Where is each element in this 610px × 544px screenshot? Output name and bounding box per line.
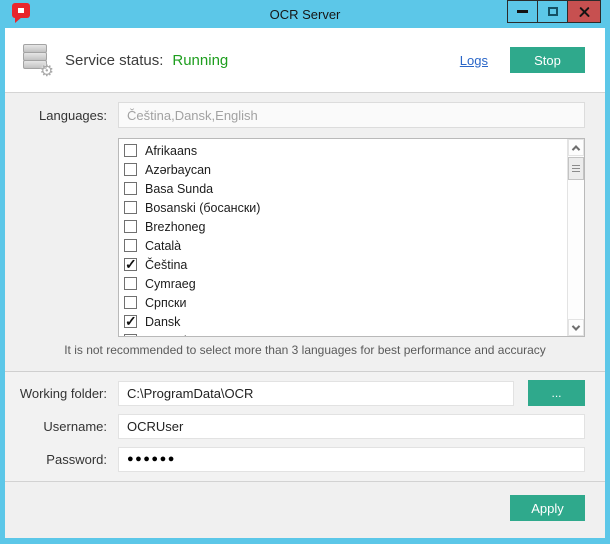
maximize-button[interactable]: [537, 0, 568, 23]
gear-icon: ⚙: [40, 64, 54, 80]
language-list: Afrikaans Azərbaycan Basa Sunda Bosanski (б…: [119, 139, 567, 336]
language-item[interactable]: Azərbaycan: [124, 160, 567, 179]
password-input[interactable]: [118, 447, 585, 472]
languages-label: Languages:: [5, 108, 118, 123]
checkbox-unchecked[interactable]: [124, 296, 137, 309]
ocr-server-window: OCR Server ⚙ Service status: Running Log…: [0, 0, 610, 544]
checkbox-unchecked[interactable]: [124, 220, 137, 233]
checkbox-unchecked[interactable]: [124, 144, 137, 157]
language-item-label: Cymraeg: [145, 277, 196, 291]
language-item-label: Српски: [145, 296, 186, 310]
window-controls: [508, 0, 601, 23]
language-item-label: Afrikaans: [145, 144, 197, 158]
checkbox-checked[interactable]: [124, 258, 137, 271]
username-label: Username:: [5, 419, 118, 434]
language-item[interactable]: Basa Sunda: [124, 179, 567, 198]
window-content: ⚙ Service status: Running Logs Stop Lang…: [5, 28, 605, 538]
language-item[interactable]: Català: [124, 236, 567, 255]
checkbox-unchecked[interactable]: [124, 239, 137, 252]
scrollbar-grip-icon: [572, 165, 580, 173]
stop-button[interactable]: Stop: [510, 47, 585, 73]
app-logo-icon: [12, 3, 32, 25]
checkbox-unchecked[interactable]: [124, 182, 137, 195]
settings-form-section: Working folder: ... Username: Password:: [5, 372, 605, 482]
checkbox-unchecked[interactable]: [124, 201, 137, 214]
service-status-value: Running: [172, 52, 228, 69]
logo-tail-shape: [15, 17, 22, 23]
working-folder-input[interactable]: [118, 381, 514, 406]
chevron-down-icon: [572, 322, 580, 330]
language-item-label: Català: [145, 239, 181, 253]
language-item-label: Dansk: [145, 315, 180, 329]
languages-note: It is not recommended to select more tha…: [5, 343, 605, 357]
language-item-label: Bosanski (босански): [145, 201, 260, 215]
username-row: Username:: [5, 413, 585, 439]
close-icon: [578, 5, 591, 18]
language-item[interactable]: Српски: [124, 293, 567, 312]
scrollbar-thumb[interactable]: [568, 157, 584, 180]
language-item-label: Azərbaycan: [145, 163, 211, 177]
footer-section: Apply: [5, 482, 605, 538]
languages-field-row: Languages:: [5, 102, 585, 128]
close-button[interactable]: [567, 0, 601, 23]
language-item[interactable]: Afrikaans: [124, 141, 567, 160]
language-item-label: Brezhoneg: [145, 220, 205, 234]
service-status-section: ⚙ Service status: Running Logs Stop: [5, 28, 605, 93]
language-list-scrollbar[interactable]: [567, 139, 584, 336]
language-item-label: Čeština: [145, 258, 187, 272]
language-item[interactable]: Deutsch: [124, 331, 567, 336]
language-item[interactable]: Brezhoneg: [124, 217, 567, 236]
chevron-up-icon: [572, 145, 580, 153]
checkbox-unchecked[interactable]: [124, 163, 137, 176]
minimize-button[interactable]: [507, 0, 538, 23]
minimize-icon: [517, 10, 528, 13]
selected-languages-input[interactable]: [118, 102, 585, 128]
apply-button[interactable]: Apply: [510, 495, 585, 521]
checkbox-checked[interactable]: [124, 315, 137, 328]
browse-button[interactable]: ...: [528, 380, 585, 406]
language-item[interactable]: Bosanski (босански): [124, 198, 567, 217]
service-status-label: Service status:: [65, 52, 163, 69]
username-input[interactable]: [118, 414, 585, 439]
titlebar: OCR Server: [0, 0, 610, 28]
password-row: Password:: [5, 446, 585, 472]
database-server-icon: ⚙: [23, 44, 50, 76]
languages-section: Languages: Afrikaans Azərbaycan Basa Sunda…: [5, 93, 605, 372]
language-item[interactable]: Čeština: [124, 255, 567, 274]
checkbox-unchecked[interactable]: [124, 334, 137, 336]
maximize-icon: [548, 7, 558, 16]
language-item[interactable]: Dansk: [124, 312, 567, 331]
scroll-up-button[interactable]: [568, 139, 584, 156]
checkbox-unchecked[interactable]: [124, 277, 137, 290]
password-label: Password:: [5, 452, 118, 467]
language-item-label: Deutsch: [145, 334, 191, 337]
language-list-box: Afrikaans Azərbaycan Basa Sunda Bosanski (б…: [118, 138, 585, 337]
working-folder-row: Working folder: ...: [5, 380, 585, 406]
logs-link[interactable]: Logs: [460, 53, 488, 68]
logo-bubble-shape: [12, 3, 30, 18]
scroll-down-button[interactable]: [568, 319, 584, 336]
working-folder-label: Working folder:: [5, 386, 118, 401]
language-item-label: Basa Sunda: [145, 182, 213, 196]
language-item[interactable]: Cymraeg: [124, 274, 567, 293]
